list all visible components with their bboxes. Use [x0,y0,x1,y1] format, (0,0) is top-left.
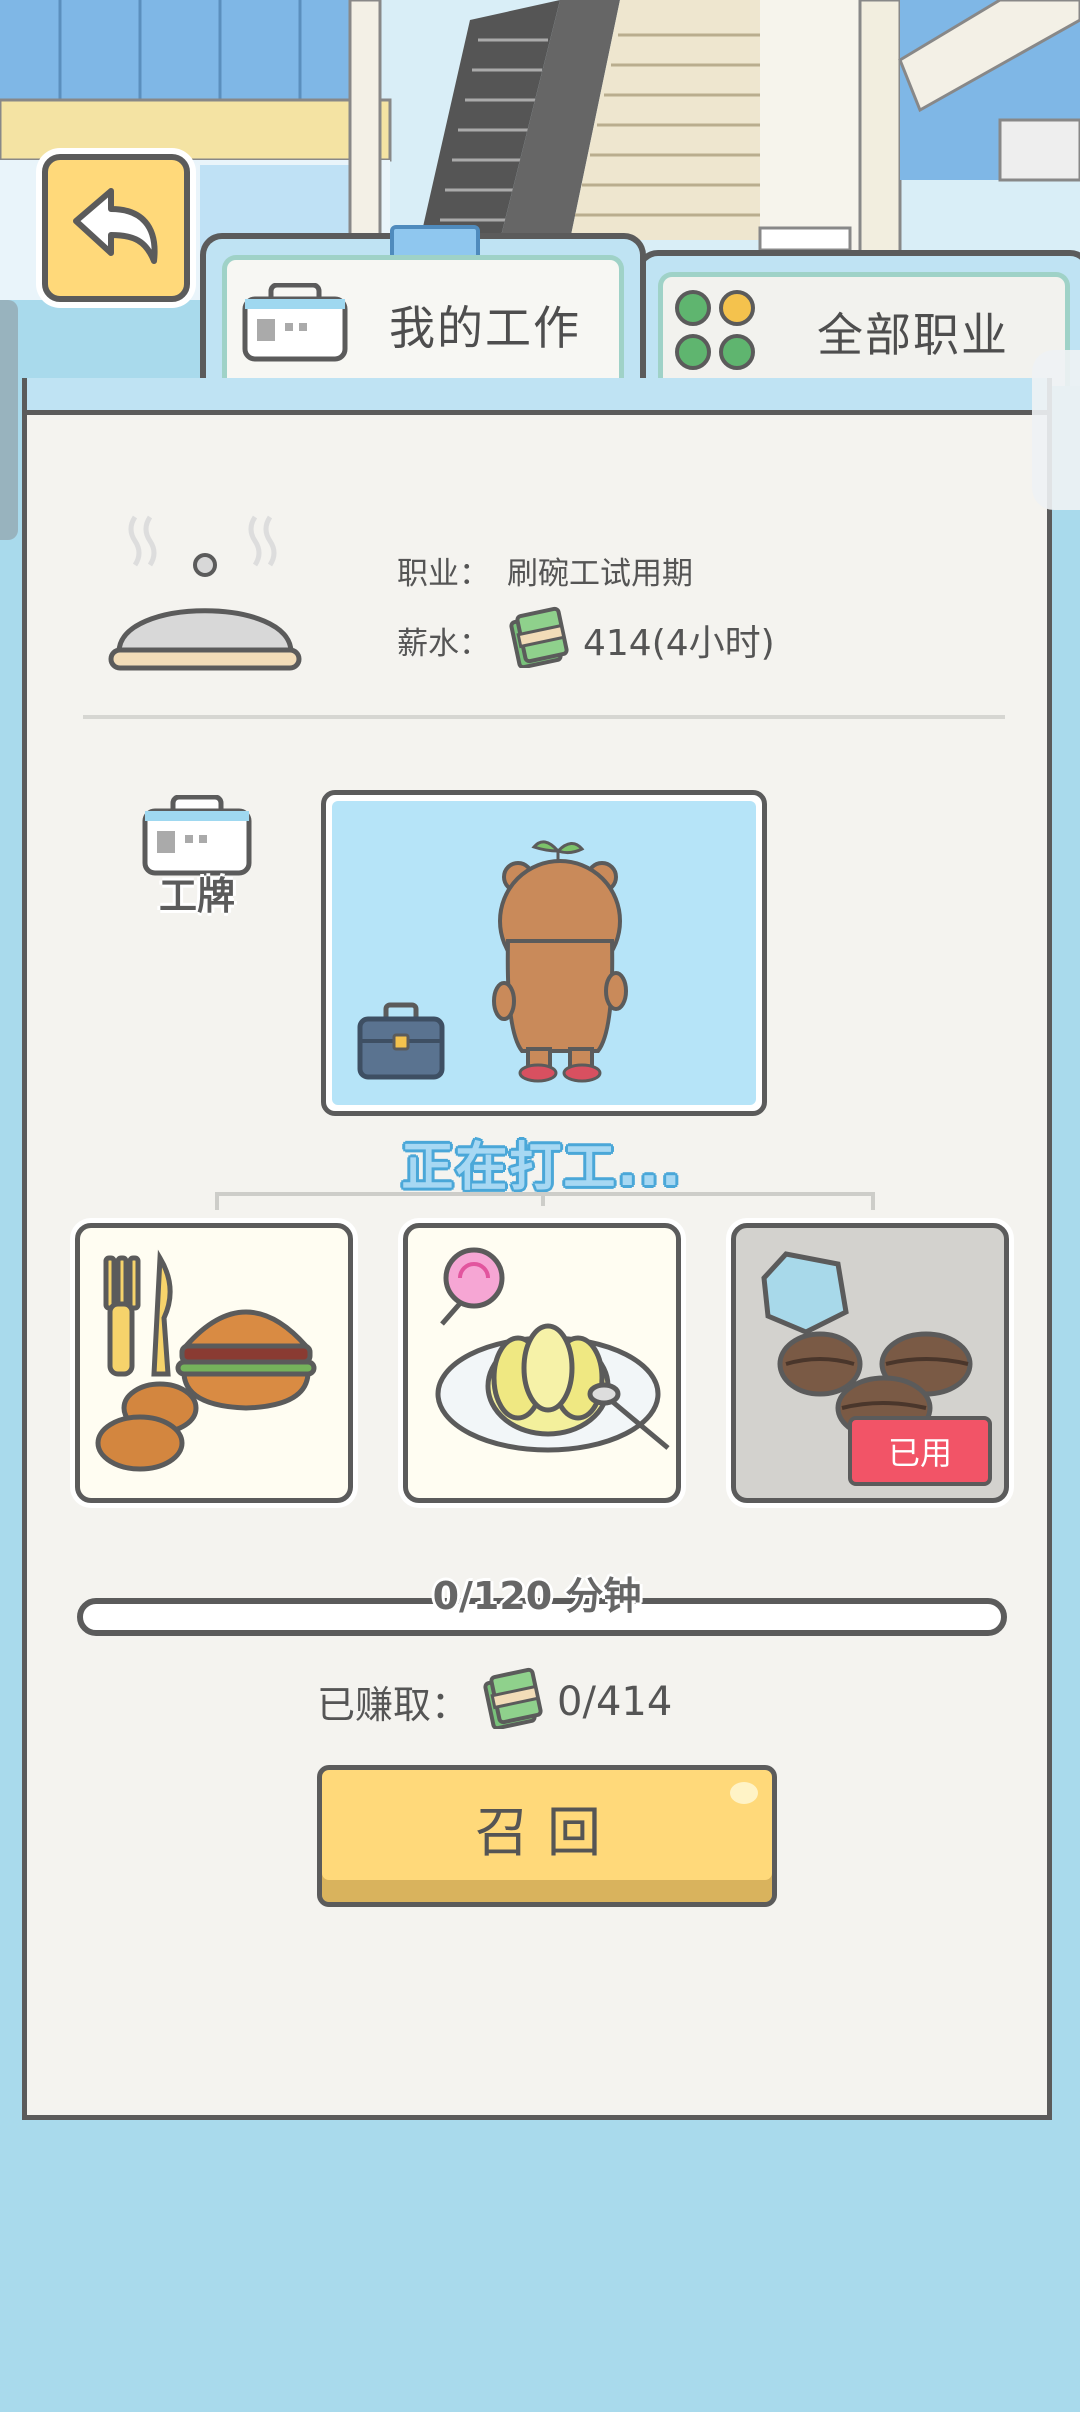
tab-my-job-label: 我的工作 [389,300,581,355]
tab-my-job[interactable]: 我的工作 [200,225,646,389]
item-slot-food[interactable] [75,1223,353,1503]
button-shine [730,1782,758,1804]
tab-all-jobs-label: 全部职业 [817,307,1009,362]
money-icon [481,1665,545,1738]
tab-all-jobs[interactable]: 全部职业 [636,250,1080,386]
earned-label: 已赚取： [317,1683,470,1727]
job-panel: 职业： 刷碗工试用期 薪水： 414(4小时) 工牌 正在打工... 已用 0/… [22,410,1052,2120]
divider [83,715,1005,719]
money-icon [507,604,571,676]
back-arrow-icon [66,181,166,275]
used-badge: 已用 [848,1416,992,1486]
occupation-label: 职业： [397,555,490,592]
burger-meal-icon [90,1238,348,1498]
grid-icon [673,288,757,376]
briefcase-icon [356,1001,446,1085]
connector-line [215,1192,875,1210]
bear-character [492,831,632,1095]
left-edge-handle [0,300,18,540]
item-slot-coffee[interactable]: 已用 [731,1223,1009,1503]
work-badge[interactable]: 工牌 [137,794,257,920]
item-slot-dessert[interactable] [403,1223,681,1503]
recall-button[interactable]: 召回 [317,1765,777,1907]
occupation-value: 刷碗工试用期 [507,555,693,592]
progress-label: 0/120 分钟 [432,1574,642,1618]
recall-button-label: 召回 [475,1800,619,1864]
working-status: 正在打工... [401,1138,683,1198]
jelly-dessert-icon [418,1238,676,1498]
id-card-icon [241,282,349,367]
earned-row: 已赚取： 0/414 [317,1665,672,1738]
salary-label: 薪水： [397,625,490,662]
job-info: 职业： 刷碗工试用期 薪水： 414(4小时) [397,535,775,675]
right-edge-handle[interactable] [1032,350,1080,510]
earned-value: 0/414 [557,1678,673,1725]
salary-value: 414(4小时) [583,623,775,664]
back-button[interactable] [42,154,190,302]
working-scene [321,790,767,1116]
connector-line [541,1192,545,1206]
food-cloche-icon [105,507,305,681]
